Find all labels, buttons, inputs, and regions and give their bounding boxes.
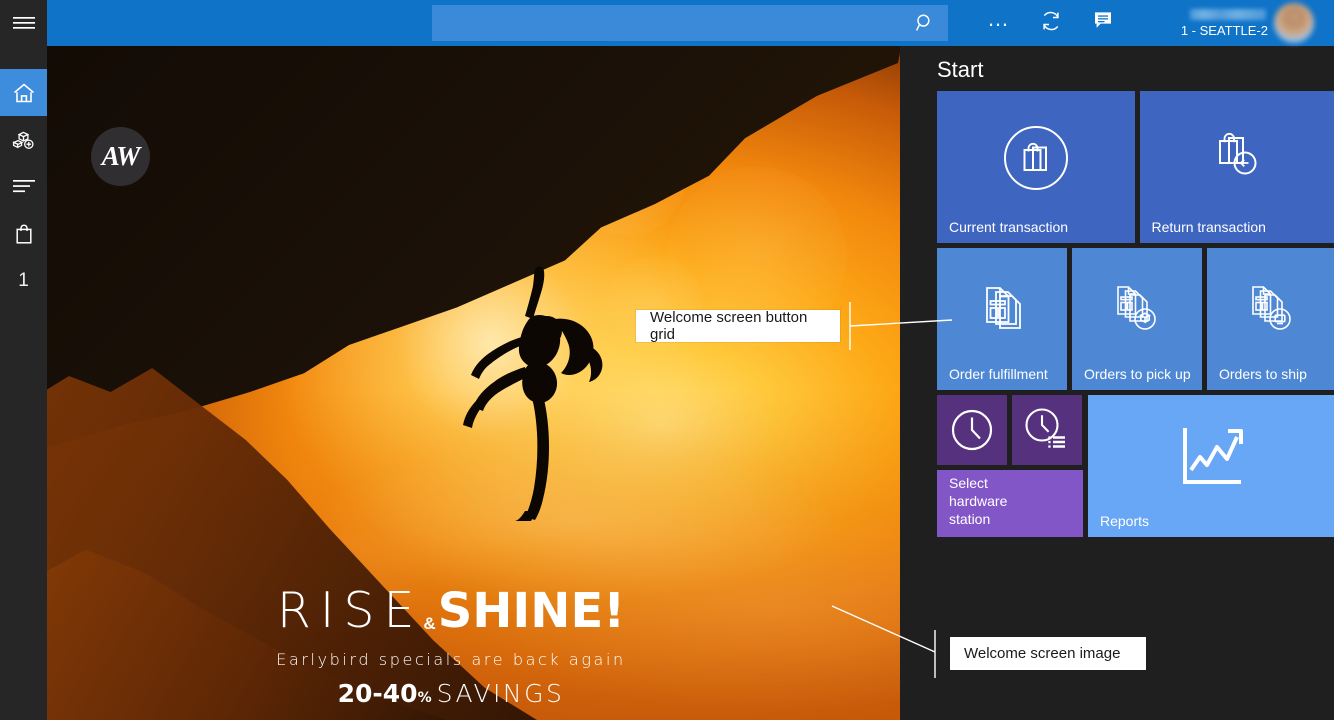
tile-current-transaction[interactable]: Current transaction <box>937 91 1135 243</box>
tile-return-transaction[interactable]: Return transaction <box>1140 91 1334 243</box>
home-icon <box>12 82 36 104</box>
search-icon[interactable] <box>912 8 938 38</box>
more-options-button[interactable]: … <box>984 8 1014 38</box>
tile-row: Order fulfillment <box>937 248 1334 390</box>
pos-welcome-screen: 1 … <box>0 0 1334 720</box>
promo-discount-range: 20-40 <box>338 679 418 708</box>
purple-tile-stack: Select hardware station <box>937 395 1083 537</box>
callout-text: Welcome screen button grid <box>650 309 826 343</box>
sidebar-item-list[interactable] <box>0 163 47 210</box>
tile-orders-to-pick-up[interactable]: Orders to pick up <box>1072 248 1202 390</box>
promo-headline: RISE & SHINE! <box>47 582 855 639</box>
tile-label: Reports <box>1100 512 1149 530</box>
documents-icon <box>937 248 1067 372</box>
sidebar-item-home[interactable] <box>0 69 47 116</box>
search-box[interactable] <box>432 5 948 41</box>
tile-time-clock[interactable] <box>937 395 1007 465</box>
tile-time-entries[interactable] <box>1012 395 1082 465</box>
tile-label: Orders to ship <box>1219 365 1307 383</box>
hamburger-menu-icon <box>13 16 35 30</box>
tile-label: Order fulfillment <box>949 365 1048 383</box>
sidebar-item-products[interactable] <box>0 116 47 163</box>
shopping-bag-circle-icon <box>937 91 1135 225</box>
welcome-screen-image: AW RISE & SHINE! Earlybird specials are … <box>47 46 900 720</box>
list-lines-icon <box>13 180 35 193</box>
documents-box-icon <box>1072 248 1202 372</box>
promo-savings-word: SAVINGS <box>437 679 565 708</box>
shopping-bag-return-icon <box>1140 91 1334 225</box>
left-navigation-rail: 1 <box>0 0 47 720</box>
products-cubes-icon <box>12 129 36 151</box>
promo-headline-ampersand: & <box>423 614 435 634</box>
callout-text: Welcome screen image <box>964 645 1120 662</box>
shopping-bag-icon <box>14 223 34 245</box>
messages-button[interactable] <box>1088 8 1118 38</box>
promo-headline-light: RISE <box>277 582 424 639</box>
hamburger-menu-button[interactable] <box>0 0 47 46</box>
tile-label: Current transaction <box>949 218 1068 236</box>
climber-silhouette <box>439 261 649 521</box>
tile-reports[interactable]: Reports <box>1088 395 1334 537</box>
tile-order-fulfillment[interactable]: Order fulfillment <box>937 248 1067 390</box>
cart-count-badge[interactable]: 1 <box>0 257 47 304</box>
promo-discount: 20-40% SAVINGS <box>47 679 855 708</box>
page-title: Start <box>900 46 1334 91</box>
callout-button-grid: Welcome screen button grid <box>636 310 840 342</box>
tile-label: Orders to pick up <box>1084 365 1191 383</box>
promo-headline-bold: SHINE! <box>438 583 625 639</box>
top-app-bar: … <box>47 0 1334 46</box>
clock-list-icon <box>1012 395 1082 465</box>
tile-label: Return transaction <box>1152 218 1266 236</box>
tile-row <box>937 395 1083 465</box>
message-icon <box>1092 10 1114 36</box>
ellipsis-icon: … <box>987 14 1011 32</box>
store-register-label: 1 - SEATTLE-2 <box>1181 23 1268 38</box>
promo-subline: Earlybird specials are back again <box>47 650 855 669</box>
topbar-actions: … <box>984 8 1118 38</box>
store-logo[interactable]: AW <box>91 127 150 186</box>
clock-icon <box>937 395 1007 465</box>
tile-label: Select hardware station <box>949 474 1049 528</box>
documents-ship-icon <box>1207 248 1334 372</box>
promo-discount-sign: % <box>418 690 432 706</box>
topbar-left-spacer <box>47 0 432 46</box>
promo-banner: RISE & SHINE! Earlybird specials are bac… <box>47 582 900 708</box>
refresh-icon <box>1040 10 1062 37</box>
tile-row: Current transaction Return transaction <box>937 91 1334 243</box>
tile-orders-to-ship[interactable]: Orders to ship <box>1207 248 1334 390</box>
user-account-block[interactable]: 1 - SEATTLE-2 <box>1150 0 1268 46</box>
refresh-button[interactable] <box>1036 8 1066 38</box>
tile-select-hardware-station[interactable]: Select hardware station <box>937 470 1083 537</box>
start-panel: Start Current transaction <box>900 46 1334 720</box>
user-name-redacted <box>1190 9 1266 20</box>
callout-welcome-image: Welcome screen image <box>950 637 1146 670</box>
chart-arrow-icon <box>1088 395 1334 519</box>
welcome-screen-button-grid: Current transaction Return transaction <box>937 91 1334 537</box>
avatar[interactable] <box>1274 3 1314 43</box>
sidebar-item-cart[interactable] <box>0 210 47 257</box>
tile-row: Select hardware station Reports <box>937 395 1334 537</box>
search-input[interactable] <box>444 6 912 40</box>
rail-spacer <box>0 46 47 69</box>
